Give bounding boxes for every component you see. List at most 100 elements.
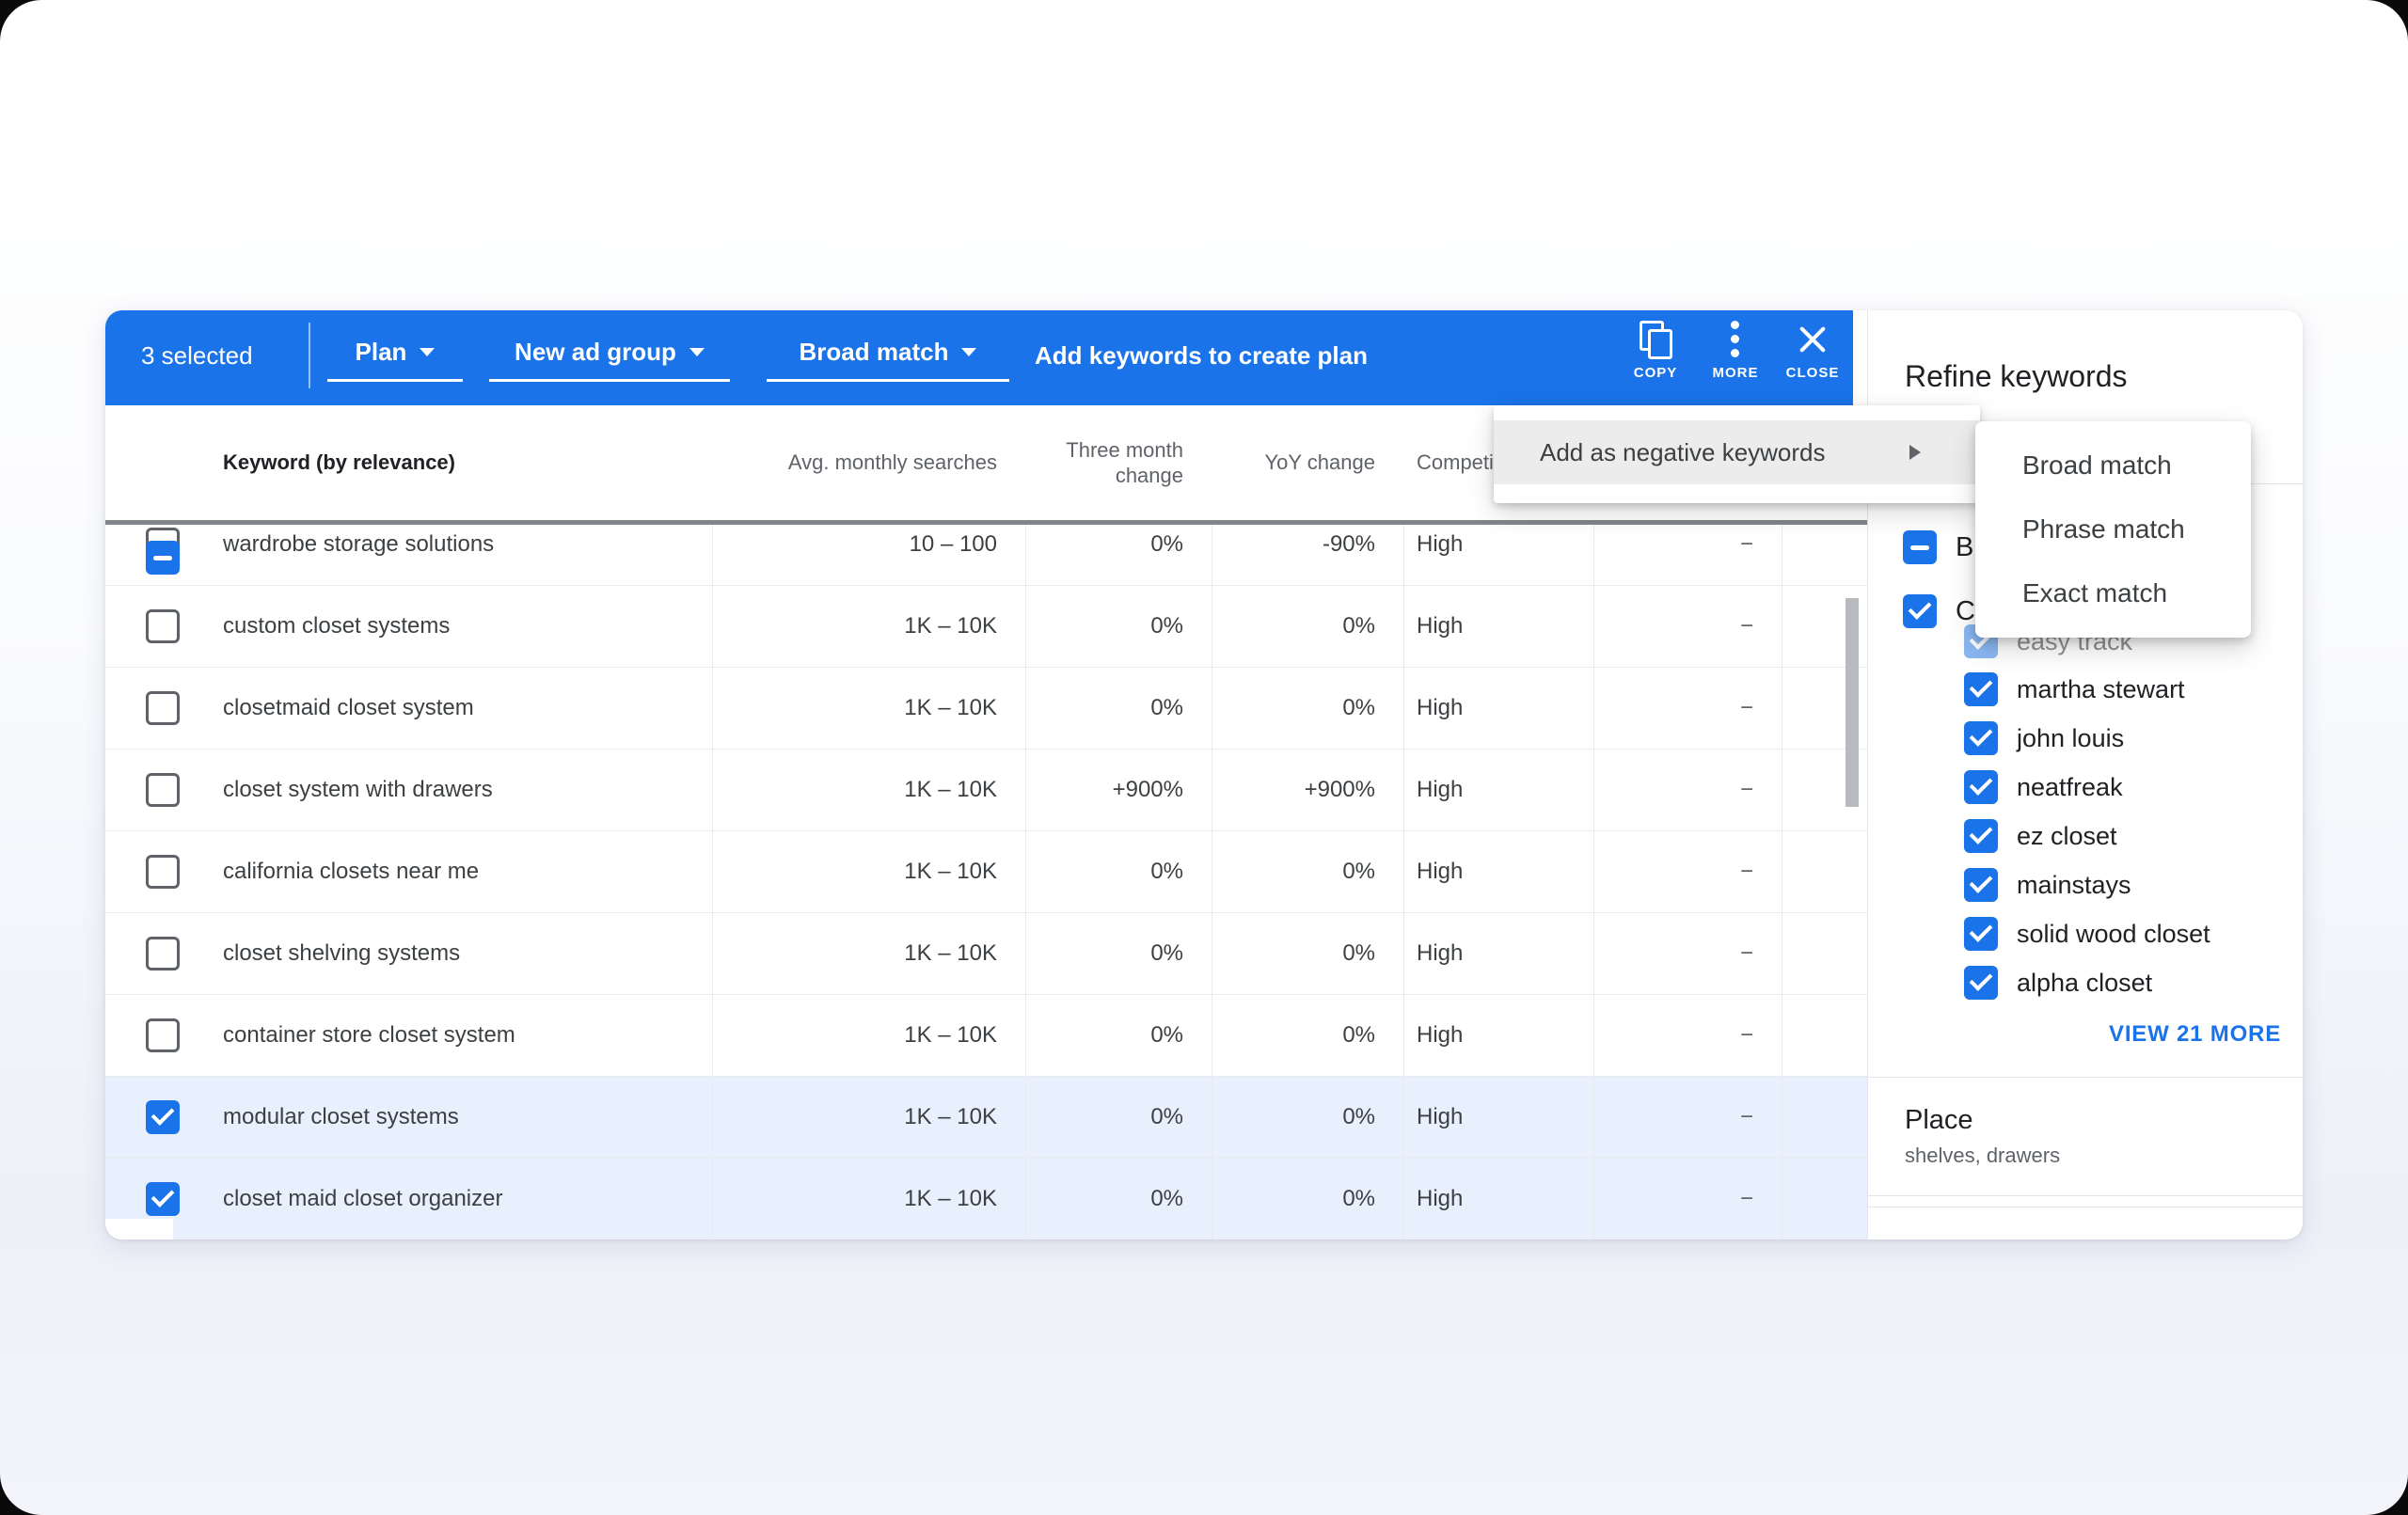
cell-ad_impression_share: −: [1593, 750, 1782, 830]
cell-keyword: closetmaid closet system: [105, 668, 712, 749]
table-row[interactable]: closetmaid closet system1K – 10K0%0%High…: [105, 668, 1867, 750]
cell-yoy_change: 0%: [1212, 831, 1403, 912]
row-checkbox[interactable]: [146, 1018, 180, 1052]
column-header-label: Three month change: [1033, 437, 1183, 488]
column-header[interactable]: Keyword (by relevance): [105, 405, 712, 520]
cell-avg_monthly_searches: 1K – 10K: [712, 750, 1025, 830]
table-row[interactable]: custom closet systems1K – 10K0%0%High−: [105, 586, 1867, 668]
panel-title: Refine keywords: [1905, 354, 2128, 399]
submenu-item-broad-match[interactable]: Broad match: [1975, 434, 2251, 497]
brand-checkbox[interactable]: [1964, 868, 1998, 902]
cell-keyword: closet system with drawers: [105, 750, 712, 830]
context-menu: Add as negative keywords: [1494, 405, 1980, 503]
keyword-text: closet shelving systems: [105, 913, 712, 994]
cell-three_month_change: 0%: [1025, 586, 1212, 667]
close-icon: [1780, 316, 1846, 363]
more-icon: [1731, 319, 1740, 360]
cell-competition: High: [1403, 1159, 1593, 1239]
close-button[interactable]: CLOSE: [1780, 316, 1846, 401]
cell-yoy_change: 0%: [1212, 995, 1403, 1076]
keyword-text: closetmaid closet system: [105, 668, 712, 749]
cell-three_month_change: 0%: [1025, 913, 1212, 994]
match-type-button[interactable]: Broad match: [767, 327, 1009, 382]
group-checkbox-indeterminate[interactable]: [1903, 530, 1937, 564]
row-checkbox[interactable]: [146, 1182, 180, 1216]
cell-spacer: [1782, 913, 1867, 994]
column-header[interactable]: Avg. monthly searches: [712, 405, 1025, 520]
plan-button[interactable]: Plan: [327, 327, 463, 382]
row-checkbox[interactable]: [146, 691, 180, 725]
cell-avg_monthly_searches: 1K – 10K: [712, 913, 1025, 994]
more-button[interactable]: MORE: [1703, 316, 1768, 401]
menu-item-add-as-negative-keywords[interactable]: Add as negative keywords: [1494, 420, 1980, 484]
cell-yoy_change: 0%: [1212, 668, 1403, 749]
row-checkbox[interactable]: [146, 773, 180, 807]
caret-down-icon: [420, 348, 435, 356]
brand-checkbox[interactable]: [1964, 966, 1998, 1000]
cell-competition: High: [1403, 668, 1593, 749]
cell-three_month_change: +900%: [1025, 750, 1212, 830]
keyword-text: closet maid closet organizer: [105, 1159, 712, 1239]
brand-checkbox[interactable]: [1964, 721, 1998, 755]
cell-competition: High: [1403, 831, 1593, 912]
icon-button-label: CLOSE: [1780, 365, 1846, 381]
panel-divider: [1868, 1077, 2303, 1078]
group-label: B: [1956, 530, 1973, 564]
submenu-item-phrase-match[interactable]: Phrase match: [1975, 497, 2251, 561]
submenu-item-exact-match[interactable]: Exact match: [1975, 561, 2251, 625]
table-row[interactable]: modular closet systems1K – 10K0%0%High−: [105, 1077, 1867, 1159]
close-icon: [1797, 324, 1829, 355]
row-checkbox[interactable]: [146, 855, 180, 889]
keyword-text: closet system with drawers: [105, 750, 712, 830]
new-ad-group-button[interactable]: New ad group: [489, 327, 730, 382]
cell-three_month_change: 0%: [1025, 668, 1212, 749]
column-header[interactable]: YoY change: [1212, 405, 1403, 520]
cell-competition: High: [1403, 586, 1593, 667]
vertical-scrollbar[interactable]: [1846, 598, 1859, 807]
cell-yoy_change: 0%: [1212, 913, 1403, 994]
brand-label: alpha closet: [2017, 966, 2152, 1000]
table-row[interactable]: closet shelving systems1K – 10K0%0%High−: [105, 913, 1867, 995]
table-body: wardrobe storage solutions10 – 1000%-90%…: [105, 504, 1867, 1239]
cell-spacer: [1782, 1159, 1867, 1239]
cell-three_month_change: 0%: [1025, 831, 1212, 912]
cell-avg_monthly_searches: 1K – 10K: [712, 668, 1025, 749]
toolbar-hint: Add keywords to create plan: [1035, 337, 1368, 374]
column-header-label: Avg. monthly searches: [788, 450, 997, 475]
cell-keyword: modular closet systems: [105, 1077, 712, 1158]
selection-toolbar: 3 selected PlanNew ad groupBroad match A…: [105, 310, 1853, 405]
cell-spacer: [1782, 1077, 1867, 1158]
table-row[interactable]: container store closet system1K – 10K0%0…: [105, 995, 1867, 1077]
cell-competition: High: [1403, 913, 1593, 994]
brand-checkbox[interactable]: [1964, 672, 1998, 706]
view-more-link[interactable]: VIEW 21 MORE: [2109, 1020, 2281, 1049]
caret-down-icon: [961, 348, 976, 356]
cell-yoy_change: 0%: [1212, 586, 1403, 667]
copy-icon: [1623, 316, 1688, 363]
brand-checkbox[interactable]: [1964, 770, 1998, 804]
cell-competition: High: [1403, 995, 1593, 1076]
row-checkbox[interactable]: [146, 937, 180, 971]
brand-checkbox[interactable]: [1964, 917, 1998, 951]
row-checkbox[interactable]: [146, 1100, 180, 1134]
button-label: Broad match: [800, 338, 949, 366]
toolbar-divider: [309, 323, 310, 388]
header-select-all-checkbox[interactable]: [146, 541, 180, 575]
place-section-title[interactable]: Place: [1905, 1099, 1973, 1141]
copy-button[interactable]: COPY: [1623, 316, 1688, 401]
row-checkbox[interactable]: [146, 609, 180, 643]
cell-three_month_change: 0%: [1025, 1159, 1212, 1239]
cell-keyword: california closets near me: [105, 831, 712, 912]
cell-three_month_change: 0%: [1025, 995, 1212, 1076]
menu-item-label: Add as negative keywords: [1540, 420, 1826, 484]
group-checkbox-checked[interactable]: [1903, 594, 1937, 628]
table-row[interactable]: closet system with drawers1K – 10K+900%+…: [105, 750, 1867, 831]
table-row[interactable]: california closets near me1K – 10K0%0%Hi…: [105, 831, 1867, 913]
cell-avg_monthly_searches: 1K – 10K: [712, 586, 1025, 667]
cell-ad_impression_share: −: [1593, 1159, 1782, 1239]
brand-checkbox[interactable]: [1964, 819, 1998, 853]
keyword-text: modular closet systems: [105, 1077, 712, 1158]
column-header[interactable]: Three month change: [1025, 405, 1212, 520]
brand-label: mainstays: [2017, 868, 2131, 902]
table-row[interactable]: closet maid closet organizer1K – 10K0%0%…: [105, 1159, 1867, 1239]
